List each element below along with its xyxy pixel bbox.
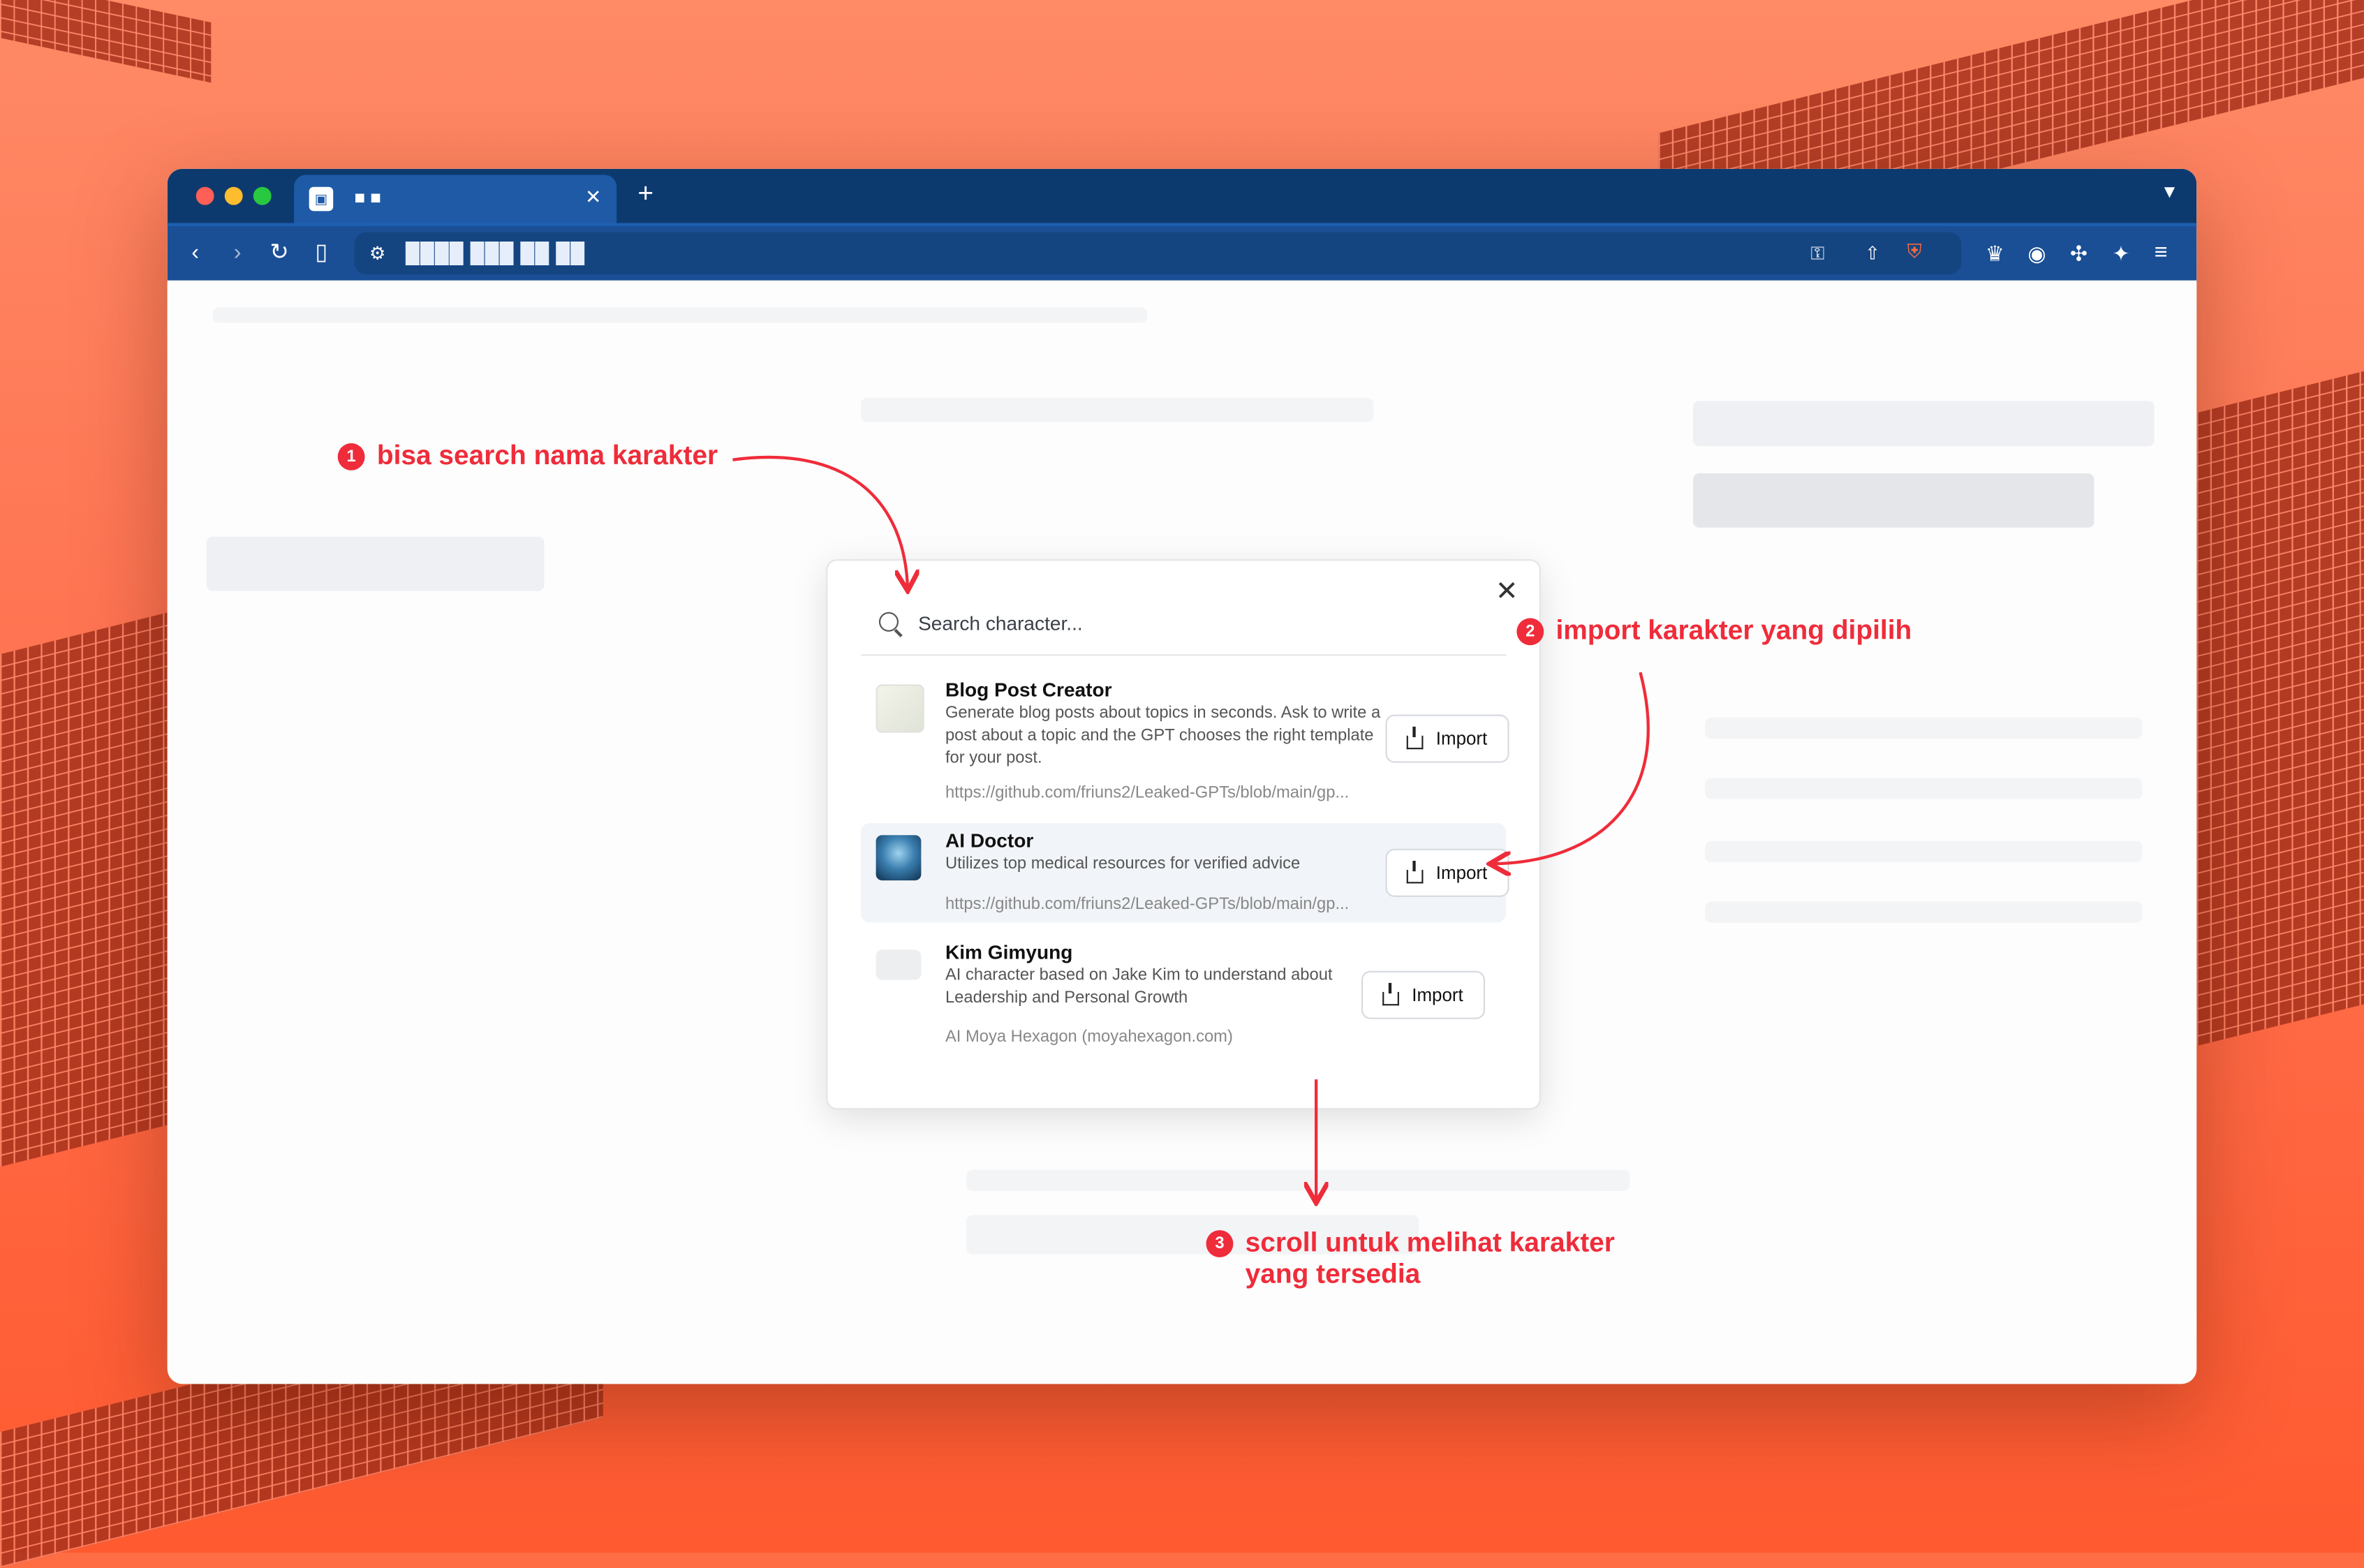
arrow-2: [1493, 672, 1650, 864]
arrow-1: [732, 455, 907, 588]
annotation-arrows: [732, 455, 1650, 1553]
scene: ▣ ■ ■ ✕ + ▼ ‹ › ↻ ▯ ⚙ ████ ███ ██ ██ ⚿ ⇧…: [0, 0, 2364, 1568]
